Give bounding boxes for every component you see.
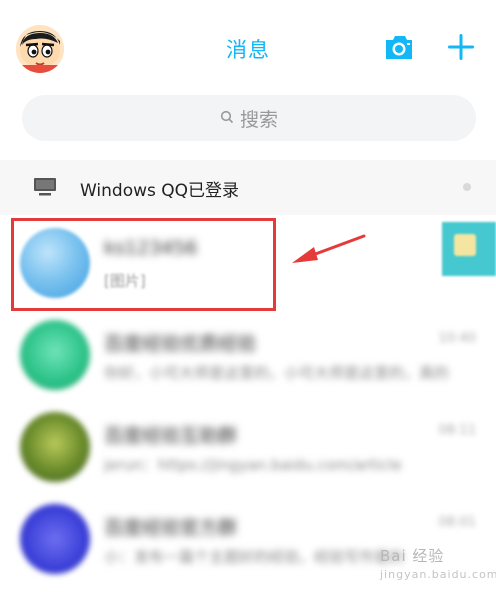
conversation-preview: 小：发布一篇个主题好的经验，经验写作是的 — [104, 548, 405, 566]
conversation-time: 10:40 — [438, 331, 476, 346]
search-bar[interactable]: 搜索 — [22, 95, 476, 141]
conversation-avatar — [20, 320, 90, 390]
conversation-avatar — [20, 504, 90, 574]
baidu-watermark: Bai 经验 jingyan.baidu.com — [380, 545, 496, 581]
side-image-thumbnail — [442, 222, 496, 276]
arrow-annotation — [288, 232, 368, 268]
conversation-name: 百度经验官方群 — [104, 517, 238, 539]
login-notice-text: Windows QQ已登录 — [80, 181, 240, 201]
more-icon — [459, 178, 475, 196]
windows-qq-login-notice[interactable]: Windows QQ已登录 — [0, 160, 496, 215]
conversation-avatar — [20, 412, 90, 482]
conversation-name: 百度经验互助群 — [104, 425, 238, 447]
conversation-preview: jerun：https://jingyan.baidu.com/article — [104, 456, 402, 474]
conversation-item[interactable]: 百度经验优质经验 你好，小可大师是这里的，小可大师是这里的，真的 10:40 — [0, 307, 496, 399]
watermark-text: Bai 经验 — [380, 547, 445, 565]
watermark-subtext: jingyan.baidu.com — [380, 568, 496, 581]
page-title: 消息 — [226, 38, 270, 62]
highlight-box — [11, 218, 276, 311]
conversation-preview: 你好，小可大师是这里的，小可大师是这里的，真的 — [104, 364, 450, 382]
search-placeholder: 搜索 — [239, 108, 278, 131]
camera-icon[interactable] — [383, 32, 415, 62]
conversation-time: 08:11 — [438, 423, 476, 438]
conversation-name: 百度经验优质经验 — [104, 333, 257, 355]
top-bar: 消息 — [0, 0, 496, 92]
plus-icon[interactable] — [446, 32, 476, 62]
conversation-time: 08:01 — [438, 515, 476, 530]
search-icon — [220, 109, 234, 128]
desktop-computer-icon — [33, 177, 57, 197]
conversation-item[interactable]: 百度经验互助群 jerun：https://jingyan.baidu.com/… — [0, 399, 496, 491]
